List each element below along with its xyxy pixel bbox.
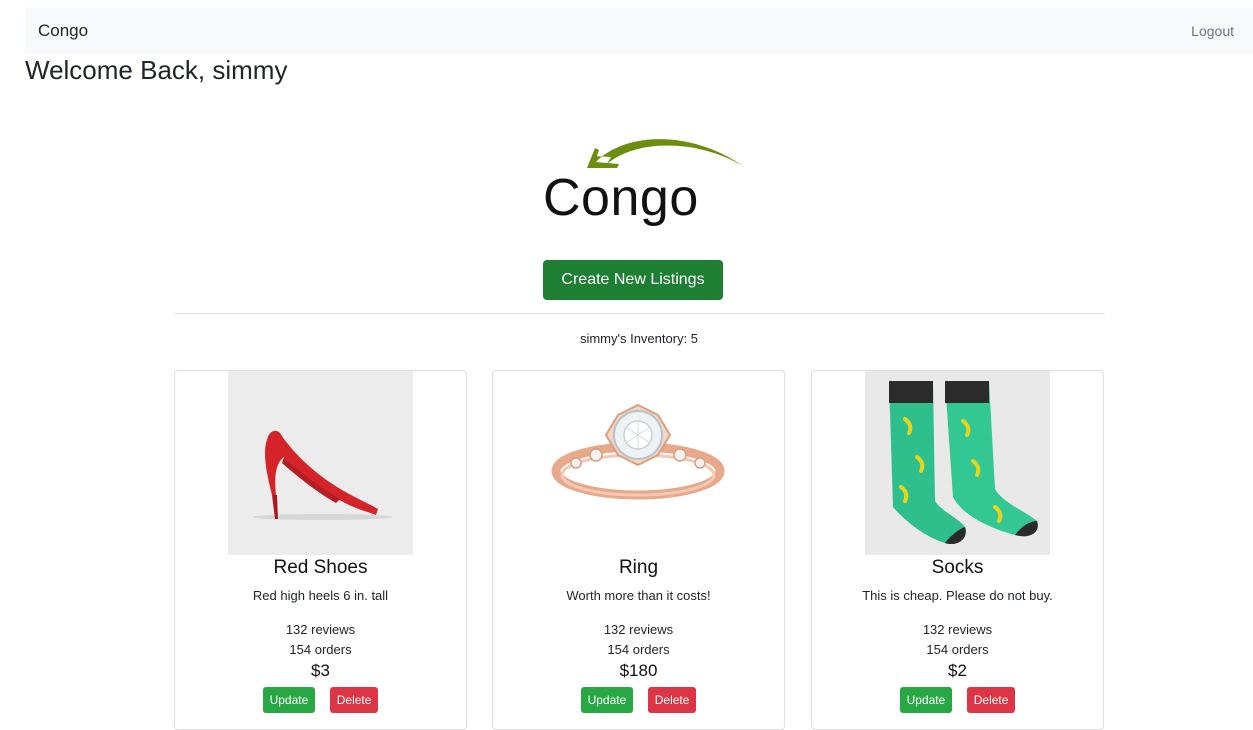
product-orders: 154 orders (289, 642, 352, 657)
product-orders: 154 orders (926, 642, 989, 657)
update-button[interactable]: Update (262, 687, 316, 713)
product-card: Red Shoes Red high heels 6 in. tall 132 … (174, 370, 467, 730)
create-new-listings-button[interactable]: Create New Listings (543, 260, 723, 300)
delete-button[interactable]: Delete (329, 687, 379, 713)
green-socks-icon (865, 371, 1050, 555)
product-orders: 154 orders (607, 642, 670, 657)
product-card: Socks This is cheap. Please do not buy. … (811, 370, 1104, 730)
update-button[interactable]: Update (580, 687, 634, 713)
congo-logo: Congo (535, 126, 755, 236)
product-price: $2 (948, 661, 967, 680)
product-reviews: 132 reviews (285, 622, 356, 637)
product-title: Ring (618, 557, 659, 578)
product-description: This is cheap. Please do not buy. (862, 588, 1053, 603)
product-price: $3 (311, 661, 330, 680)
inventory-count: simmy's Inventory: 5 (579, 331, 699, 346)
red-high-heel-shoe-icon (228, 371, 413, 555)
product-reviews: 132 reviews (922, 622, 993, 637)
logout-link[interactable]: Logout (1191, 23, 1234, 39)
delete-button[interactable]: Delete (966, 687, 1016, 713)
product-price: $180 (619, 661, 658, 680)
diamond-ring-icon (546, 371, 731, 555)
navbar: Congo Logout (25, 7, 1253, 54)
product-reviews: 132 reviews (603, 622, 674, 637)
logo-text: Congo (543, 169, 699, 227)
welcome-heading: Welcome Back, simmy (25, 55, 288, 85)
product-description: Red high heels 6 in. tall (252, 588, 389, 603)
product-title: Red Shoes (273, 557, 368, 578)
update-button[interactable]: Update (899, 687, 953, 713)
divider (174, 313, 1105, 314)
product-title: Socks (931, 557, 984, 578)
product-description: Worth more than it costs! (566, 588, 711, 603)
delete-button[interactable]: Delete (647, 687, 697, 713)
product-card: Ring Worth more than it costs! 132 revie… (492, 370, 785, 730)
brand-link[interactable]: Congo (38, 21, 88, 41)
